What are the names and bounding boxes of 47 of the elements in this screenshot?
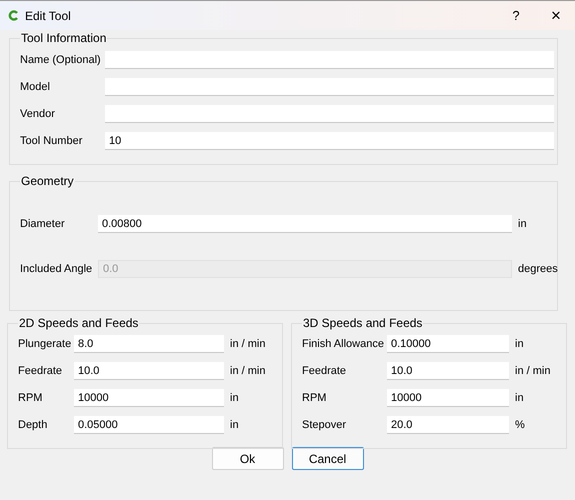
input-field[interactable] [105, 78, 554, 96]
field-label: Feedrate [18, 365, 64, 377]
field-label: Finish Allowance [302, 338, 385, 350]
input-field[interactable]: 10 [105, 132, 554, 150]
group-title: Tool Information [20, 31, 108, 45]
field-label: Depth [18, 419, 48, 431]
field-label: Diameter [20, 218, 66, 230]
group-title: Geometry [20, 174, 75, 188]
field-label: Name (Optional) [20, 54, 102, 66]
input-field[interactable]: 0.00800 [98, 215, 512, 233]
window-title: Edit Tool [25, 8, 71, 22]
field-label: Plungerate [18, 338, 72, 350]
close-button[interactable]: × [545, 6, 567, 26]
group-title: 2D Speeds and Feeds [18, 316, 140, 330]
unit-label: in / min [515, 365, 550, 377]
input-field[interactable]: 10.0 [387, 362, 509, 380]
group-title: 3D Speeds and Feeds [302, 316, 424, 330]
input-field[interactable] [105, 105, 554, 123]
unit-label: % [515, 419, 525, 431]
input-field[interactable]: 0.05000 [74, 416, 224, 434]
input-field[interactable]: 0.10000 [387, 335, 509, 353]
field-label: Vendor [20, 108, 56, 120]
field-label: Feedrate [302, 365, 348, 377]
unit-label: in [515, 338, 524, 350]
input-field[interactable]: 10000 [387, 389, 509, 407]
unit-label: in [230, 392, 239, 404]
app-logo-icon [8, 10, 19, 21]
cancel-button[interactable]: Cancel [292, 447, 364, 470]
field-label: Stepover [302, 419, 348, 431]
input-field[interactable]: 10.0 [74, 362, 224, 380]
unit-label: in [515, 392, 524, 404]
unit-label: in [230, 419, 239, 431]
unit-label: in [518, 218, 527, 230]
field-label: RPM [18, 392, 44, 404]
ok-button[interactable]: Ok [212, 447, 284, 470]
unit-label: in / min [230, 365, 266, 377]
input-field[interactable]: 10000 [74, 389, 224, 407]
field-label: Model [20, 81, 51, 93]
field-label: Included Angle [20, 263, 94, 275]
input-field[interactable]: 8.0 [74, 335, 224, 353]
unit-label: in / min [230, 338, 266, 350]
field-label: Tool Number [20, 135, 84, 147]
input-field[interactable] [105, 51, 554, 69]
input-field[interactable]: 20.0 [387, 416, 509, 434]
field-label: RPM [302, 392, 328, 404]
help-button[interactable]: ? [505, 8, 527, 23]
unit-label: degrees [518, 263, 558, 275]
